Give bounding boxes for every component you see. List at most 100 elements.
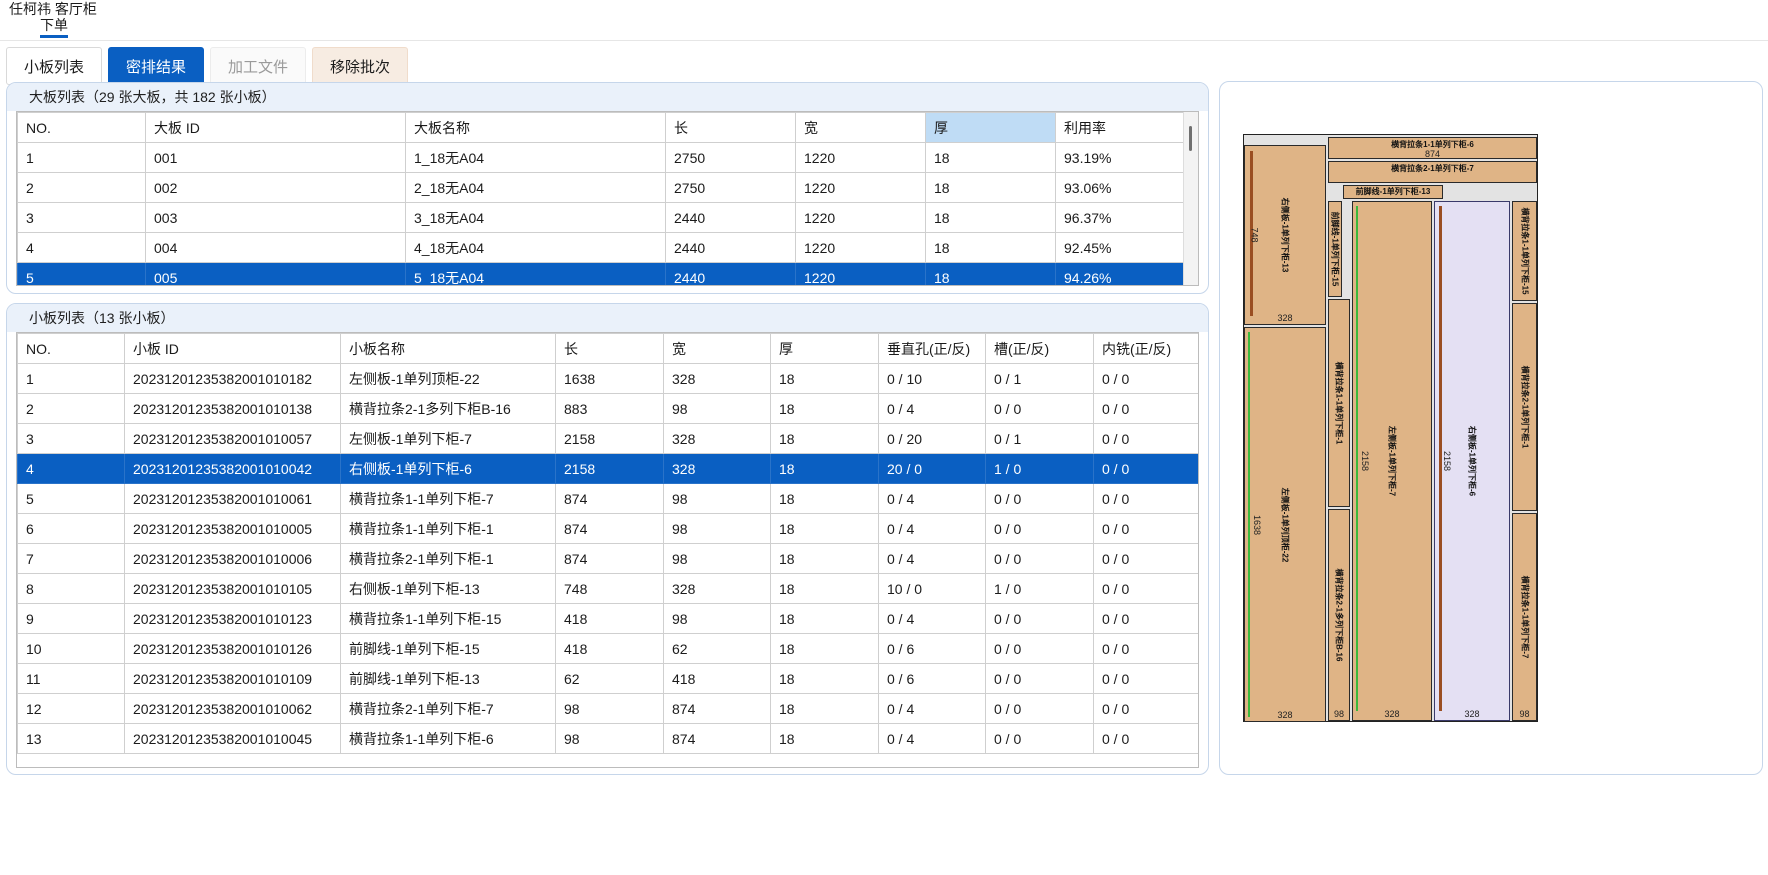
table-cell: 0 / 0	[985, 483, 1094, 514]
table-cell: 98	[663, 393, 771, 424]
table-cell: 98	[663, 483, 771, 514]
col-length[interactable]: 长	[665, 112, 796, 143]
table-row[interactable]: 4 004 4_18无A04 2440 1220 18 92.45%	[17, 232, 1188, 263]
tab-nesting-result[interactable]: 密排结果	[108, 47, 205, 85]
table-row[interactable]: 1 2023120123538200101018​2 左侧板-1单列顶柜-22 163…	[17, 363, 1198, 394]
col-board-id[interactable]: 大板 ID	[145, 112, 406, 143]
table-cell: 0 / 4	[878, 543, 986, 574]
order-subtitle-tab[interactable]: 下单	[40, 17, 68, 38]
piece-rail-7[interactable]: 横背拉条2-1单列下柜-7	[1328, 161, 1537, 183]
table-cell: 18	[770, 633, 879, 664]
table-row[interactable]: 9 20231201235382001010123 横背拉条1-1单列下柜-15 41…	[17, 603, 1198, 634]
table-cell: 62	[663, 633, 771, 664]
table-cell: 1220	[795, 262, 926, 285]
table-cell: 13	[17, 723, 125, 754]
table-cell: 418	[555, 633, 664, 664]
table-cell: 10 / 0	[878, 573, 986, 604]
table-cell: 5	[17, 483, 125, 514]
col-length[interactable]: 长	[555, 333, 664, 364]
col-inner-milling[interactable]: 内铣(正/反)	[1093, 333, 1198, 364]
table-row[interactable]: 8 20231201235382001010105 右侧板-1单列下柜-13 748 3…	[17, 573, 1198, 604]
table-cell: 18	[770, 693, 879, 724]
col-thickness[interactable]: 厚	[925, 112, 1056, 143]
table-cell: 2023120123538200101018​2	[124, 363, 341, 394]
table-cell: 0 / 4	[878, 483, 986, 514]
table-cell: 0 / 4	[878, 393, 986, 424]
col-no[interactable]: NO.	[17, 112, 146, 143]
table-cell: 2440	[665, 232, 796, 263]
table-cell: 1220	[795, 202, 926, 233]
table-cell: 1 / 0	[985, 573, 1094, 604]
table-cell: 1	[17, 142, 146, 173]
piece-rail-7b[interactable]: 横背拉条1-1单列下柜-7 98	[1512, 513, 1537, 721]
table-cell: 20 / 0	[878, 453, 986, 484]
table-cell: 874	[555, 513, 664, 544]
table-row[interactable]: 13 20231201235382001010045 横背拉条1-1单列下柜-6 98…	[17, 723, 1198, 754]
table-row[interactable]: 2 002 2_18无A04 2750 1220 18 93.06%	[17, 172, 1188, 203]
table-cell: 18	[925, 232, 1056, 263]
col-grooves[interactable]: 槽(正/反)	[985, 333, 1094, 364]
scroll-thumb[interactable]	[1189, 126, 1192, 151]
col-width[interactable]: 宽	[795, 112, 926, 143]
table-cell: 002	[145, 172, 406, 203]
table-cell: 0 / 0	[1093, 483, 1198, 514]
toolbar-tabs: 小板列表 密排结果 加工文件 移除批次	[6, 47, 409, 85]
table-cell: 18	[925, 202, 1056, 233]
table-row[interactable]: 3 20231201235382001010057 左侧板-1单列下柜-7 2158 3…	[17, 423, 1198, 454]
col-vertical-holes[interactable]: 垂直孔(正/反)	[878, 333, 986, 364]
piece-rail-1b[interactable]: 横背拉条2-1单列下柜-1	[1512, 303, 1537, 511]
table-row[interactable]: 11 20231201235382001010109 前脚线-1单列下柜-13 62 4…	[17, 663, 1198, 694]
big-board-grid: NO. 大板 ID 大板名称 长 宽 厚 利用率 1 001 1_18无A04 275…	[16, 111, 1199, 286]
table-row[interactable]: 5 20231201235382001010061 横背拉条1-1单列下柜-7 874…	[17, 483, 1198, 514]
table-cell: 3	[17, 202, 146, 233]
table-row[interactable]: 12 20231201235382001010062 横背拉条2-1单列下柜-7 98…	[17, 693, 1198, 724]
table-cell: 20231201235382001010123	[124, 603, 341, 634]
piece-right-side-13[interactable]: 右侧板-1单列下柜-13 748 328	[1244, 145, 1326, 325]
col-no[interactable]: NO.	[17, 333, 125, 364]
table-cell: 1 / 0	[985, 453, 1094, 484]
nesting-board[interactable]: 右侧板-1单列下柜-13 748 328 左侧板-1单列顶柜-22 1638 3…	[1243, 127, 1538, 722]
table-cell: 9	[17, 603, 125, 634]
table-row[interactable]: 3 003 3_18无A04 2440 1220 18 96.37%	[17, 202, 1188, 233]
col-piece-id[interactable]: 小板 ID	[124, 333, 341, 364]
piece-kick-15[interactable]: 前脚线-1单列下柜-15	[1328, 201, 1342, 297]
piece-left-side-7[interactable]: 左侧板-1单列下柜-7 2158 328	[1352, 201, 1432, 721]
piece-label: 横背拉条1-1单列下柜-7	[1520, 575, 1529, 659]
col-piece-name[interactable]: 小板名称	[340, 333, 556, 364]
table-row[interactable]: 2 20231201235382001010138 横背拉条2-1多列下柜B-16 8…	[17, 393, 1198, 424]
big-board-scrollbar[interactable]	[1183, 112, 1198, 285]
customer-title: 任柯祎 客厅柜	[9, 1, 97, 17]
col-utilization[interactable]: 利用率	[1055, 112, 1188, 143]
table-cell: 2440	[665, 202, 796, 233]
piece-right-side-6-selected[interactable]: 右侧板-1单列下柜-6 2158 328	[1434, 201, 1510, 721]
table-row[interactable]: 10 20231201235382001010126 前脚线-1单列下柜-15 418…	[17, 633, 1198, 664]
piece-rail-16[interactable]: 横背拉条2-1多列下柜B-16 98	[1328, 509, 1350, 721]
table-row[interactable]: 5 005 5_18无A04 2440 1220 18 94.26%	[17, 262, 1188, 285]
table-cell: 20231201235382001010105	[124, 573, 341, 604]
piece-rail-6[interactable]: 横背拉条1-1单列下柜-6 874	[1328, 137, 1537, 159]
table-cell: 0 / 1	[985, 363, 1094, 394]
col-width[interactable]: 宽	[663, 333, 771, 364]
table-cell: 0 / 4	[878, 693, 986, 724]
piece-left-side-22[interactable]: 左侧板-1单列顶柜-22 1638 328	[1244, 327, 1326, 722]
table-row[interactable]: 6 20231201235382001010005 横背拉条1-1单列下柜-1 874…	[17, 513, 1198, 544]
table-cell: 7	[17, 543, 125, 574]
table-cell: 883	[555, 393, 664, 424]
col-board-name[interactable]: 大板名称	[405, 112, 666, 143]
remove-batch-button[interactable]: 移除批次	[312, 47, 409, 85]
piece-rail-15[interactable]: 横背拉条1-1单列下柜-15	[1512, 201, 1537, 301]
tab-small-board-list[interactable]: 小板列表	[6, 47, 103, 85]
table-cell: 874	[663, 693, 771, 724]
big-board-table: NO. 大板 ID 大板名称 长 宽 厚 利用率 1 001 1_18无A04 275…	[17, 112, 1188, 285]
table-row[interactable]: 1 001 1_18无A04 2750 1220 18 93.19%	[17, 142, 1188, 173]
table-cell: 98	[663, 513, 771, 544]
col-thickness[interactable]: 厚	[770, 333, 879, 364]
table-cell: 18	[770, 723, 879, 754]
piece-kick-13[interactable]: 前脚线-1单列下柜-13	[1343, 185, 1443, 199]
tab-machining-files[interactable]: 加工文件	[210, 47, 307, 85]
table-cell: 横背拉条1-1单列下柜-7	[340, 483, 556, 514]
table-cell: 0 / 0	[1093, 693, 1198, 724]
table-row[interactable]: 4 20231201235382001010042 右侧板-1单列下柜-6 2158 3…	[17, 453, 1198, 484]
table-row[interactable]: 7 20231201235382001010006 横背拉条2-1单列下柜-1 874…	[17, 543, 1198, 574]
piece-rail-1a[interactable]: 横背拉条1-1单列下柜-1	[1328, 299, 1350, 507]
